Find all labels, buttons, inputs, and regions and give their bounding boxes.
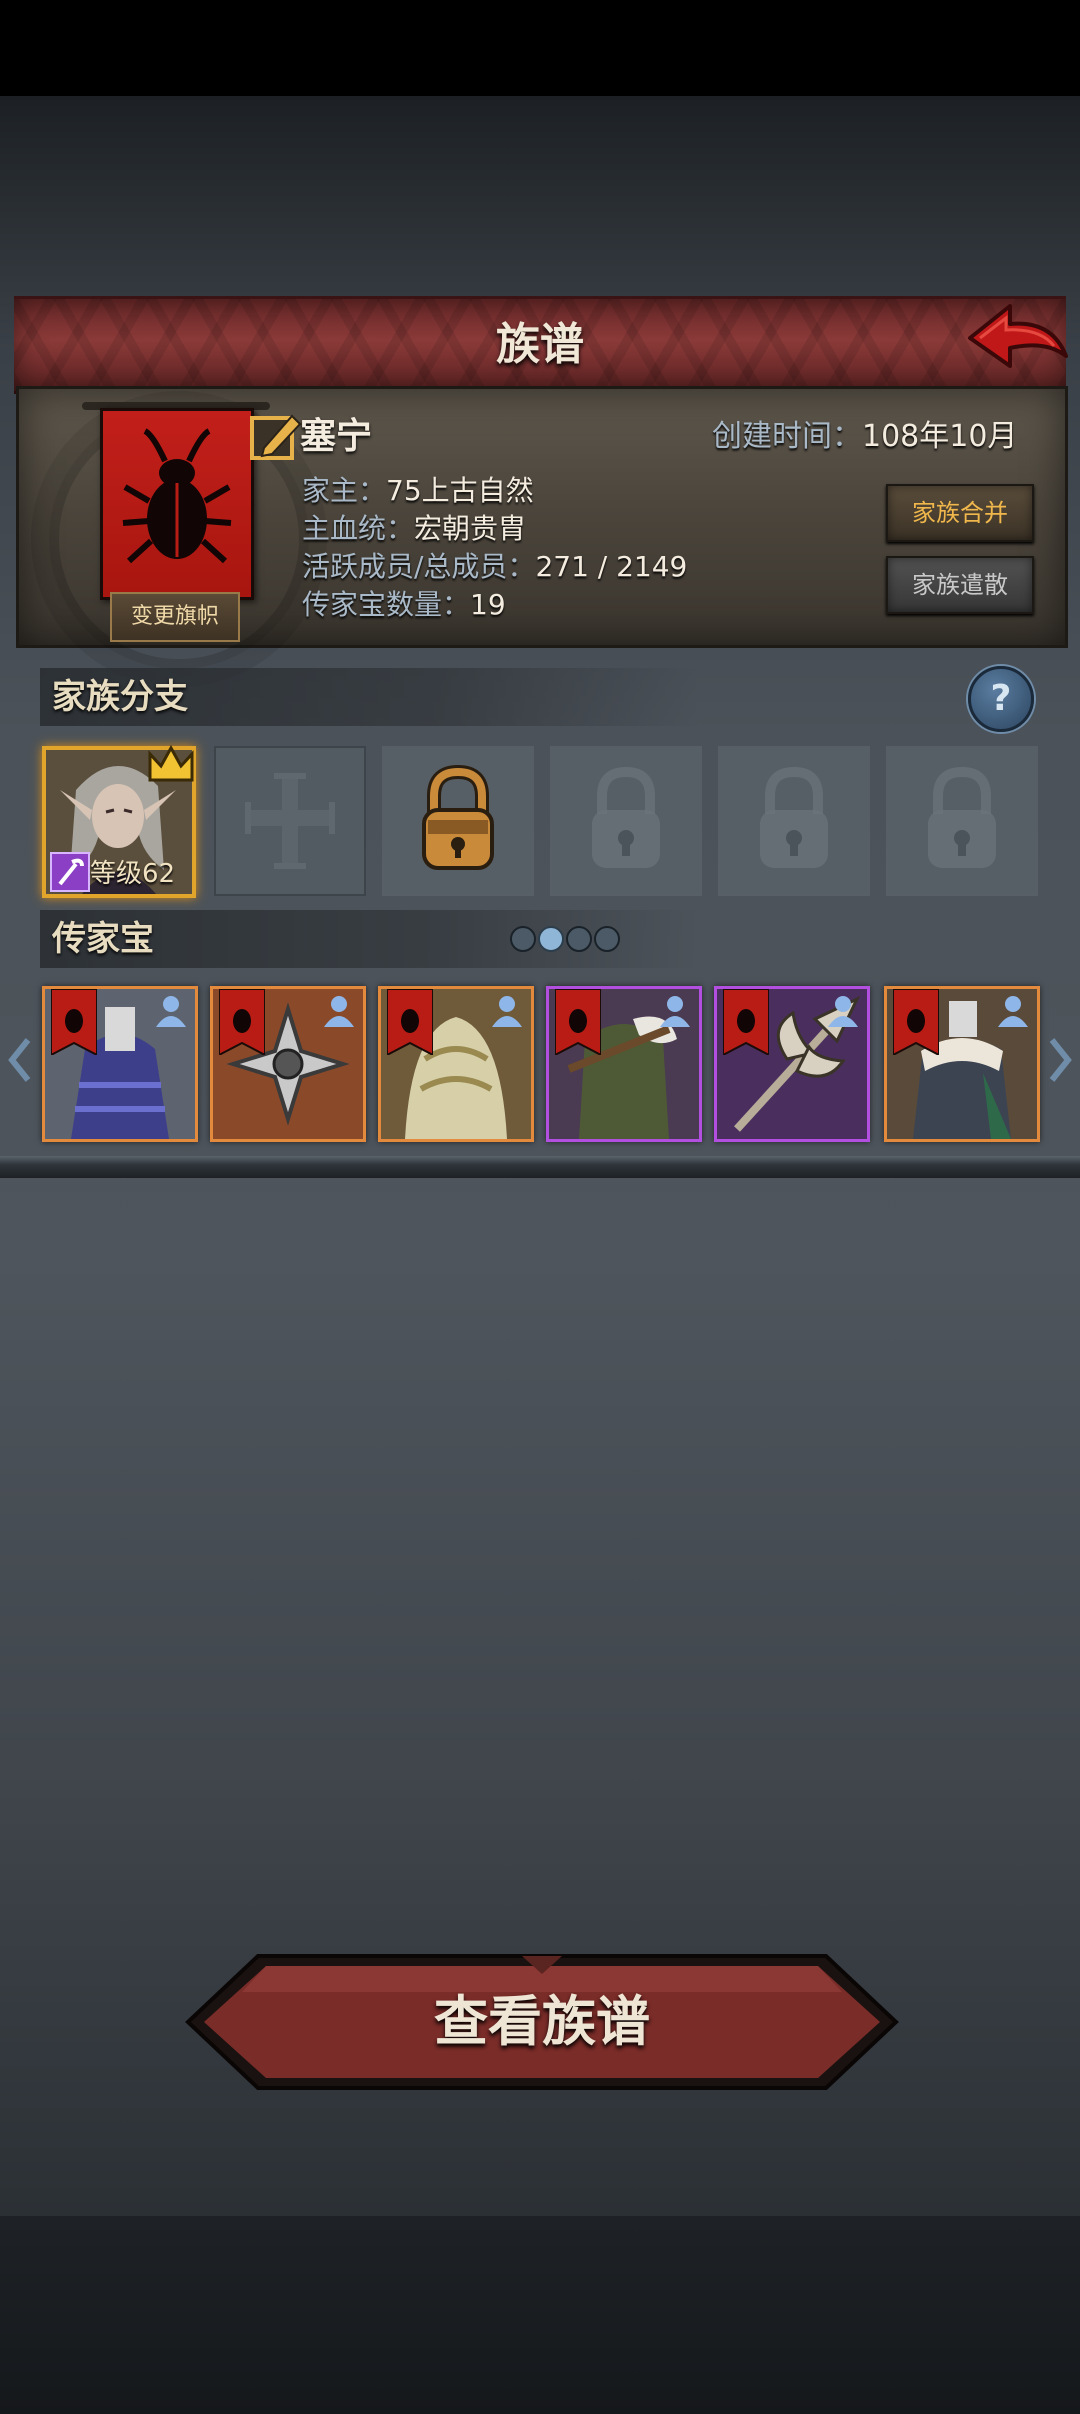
panel-divider	[0, 1156, 1080, 1178]
help-button[interactable]: ?	[968, 666, 1034, 732]
back-arrow-icon[interactable]	[966, 300, 1070, 380]
merge-clan-button[interactable]: 家族合并	[886, 484, 1034, 542]
page-dot[interactable]	[566, 926, 592, 952]
heirloom-item[interactable]	[884, 986, 1040, 1142]
disband-clan-button[interactable]: 家族遣散	[886, 556, 1034, 614]
heirloom-item[interactable]	[714, 986, 870, 1142]
page-dot-active[interactable]	[538, 926, 564, 952]
heirloom-item[interactable]	[210, 986, 366, 1142]
page-title: 族谱	[496, 319, 584, 370]
padlock-icon	[928, 766, 996, 868]
person-icon	[660, 996, 690, 1027]
branch-slot-locked[interactable]	[886, 746, 1038, 896]
page-dot[interactable]	[594, 926, 620, 952]
branch-slot-unlockable[interactable]	[382, 746, 534, 896]
heirloom-item[interactable]	[546, 986, 702, 1142]
members-value: 271 / 2149	[535, 550, 688, 583]
view-family-tree-button[interactable]: 查看族谱	[182, 1952, 902, 2092]
branch-slot-empty[interactable]	[214, 746, 366, 896]
bloodline-row: 主血统：宏朝贵胄	[302, 510, 526, 548]
person-icon	[492, 996, 522, 1027]
banner-badge-icon	[387, 989, 433, 1055]
chevron-left-icon[interactable]	[8, 1036, 32, 1084]
banner-badge-icon	[893, 989, 939, 1055]
person-icon	[156, 996, 186, 1027]
change-banner-button[interactable]: 变更旗帜	[110, 592, 240, 642]
creation-date: 创建时间：108年10月	[712, 414, 1017, 460]
banner-badge-icon	[51, 989, 97, 1055]
clan-banner[interactable]	[100, 408, 254, 600]
title-bar: 族谱	[14, 296, 1066, 394]
person-icon	[998, 996, 1028, 1027]
padlock-icon	[592, 766, 660, 868]
page-dot[interactable]	[510, 926, 536, 952]
heirloom-count-label: 传家宝数量：	[302, 588, 471, 621]
banner-badge-icon	[555, 989, 601, 1055]
beetle-icon	[122, 428, 232, 564]
padlock-gold-icon	[422, 764, 494, 870]
cross-icon	[245, 773, 335, 869]
members-row: 活跃成员/总成员：271 / 2149	[302, 548, 687, 586]
creation-date-label: 创建时间：	[712, 419, 862, 454]
bloodline-label: 主血统：	[302, 512, 415, 545]
bottom-shade	[0, 2216, 1080, 2414]
clan-name: 塞宁	[300, 416, 373, 457]
heirlooms-title: 传家宝	[52, 919, 154, 959]
heirloom-count-row: 传家宝数量：19	[302, 586, 506, 624]
leader-label: 家主：	[302, 474, 387, 507]
creation-date-value: 108年10月	[862, 419, 1018, 454]
edit-name-icon[interactable]	[248, 408, 304, 464]
leader-value: 75上古自然	[386, 474, 534, 507]
branch-slot-locked[interactable]	[718, 746, 870, 896]
crown-icon	[148, 744, 194, 782]
padlock-icon	[760, 766, 828, 868]
page-indicator	[506, 922, 626, 952]
heirloom-count-value: 19	[470, 588, 506, 621]
leader-level: 等级62	[90, 859, 176, 889]
leader-row: 家主：75上古自然	[302, 472, 534, 510]
heirloom-item[interactable]	[378, 986, 534, 1142]
branch-slot-locked[interactable]	[550, 746, 702, 896]
chevron-right-icon[interactable]	[1048, 1036, 1072, 1084]
members-label: 活跃成员/总成员：	[302, 550, 536, 583]
person-icon	[828, 996, 858, 1027]
branches-title: 家族分支	[52, 677, 188, 717]
bloodline-value: 宏朝贵胄	[414, 512, 527, 545]
screen: 族谱 变更旗帜 塞宁 创建时间：108年10月 家主：75上古自然 主血统：宏朝…	[0, 0, 1080, 2414]
banner-badge-icon	[723, 989, 769, 1055]
banner-badge-icon	[219, 989, 265, 1055]
class-staff-icon	[50, 852, 90, 892]
heirloom-item[interactable]	[42, 986, 198, 1142]
person-icon	[324, 996, 354, 1027]
